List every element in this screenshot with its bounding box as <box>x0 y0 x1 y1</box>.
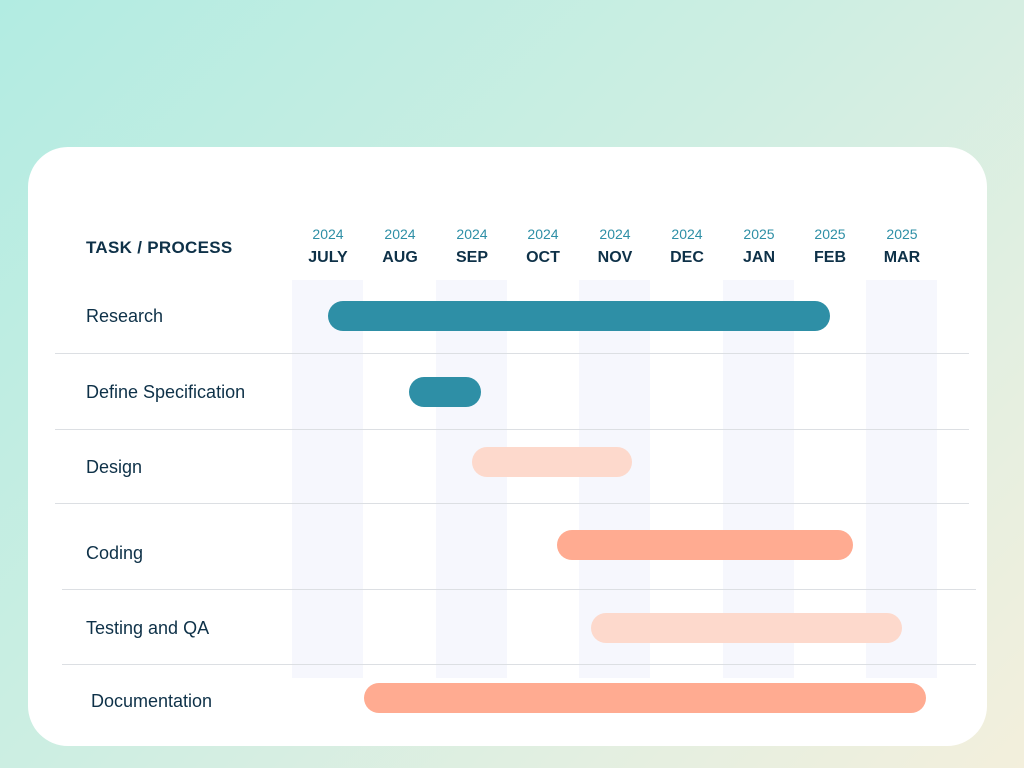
bar-documentation <box>364 683 926 713</box>
bar-testing-qa <box>591 613 902 643</box>
task-process-header: TASK / PROCESS <box>86 238 233 257</box>
bar-define-specification <box>409 377 481 407</box>
month-header-sep: 2024 SEP <box>436 225 508 268</box>
month-header-feb: 2025 FEB <box>794 225 866 268</box>
month-header-mar: 2025 MAR <box>866 225 938 268</box>
month-year: 2025 <box>886 226 918 242</box>
column-stripe <box>436 280 507 678</box>
month-name: NOV <box>597 249 633 266</box>
month-name: AUG <box>382 249 418 266</box>
bar-research <box>328 301 830 331</box>
month-header-dec: 2024 DEC <box>651 225 723 268</box>
month-name: FEB <box>814 249 846 266</box>
row-divider <box>62 664 976 665</box>
month-header-aug: 2024 AUG <box>364 225 436 268</box>
row-divider <box>55 353 969 354</box>
month-year: 2024 <box>312 226 344 242</box>
month-year: 2025 <box>743 226 775 242</box>
task-label-research: Research <box>86 306 164 326</box>
month-year: 2024 <box>671 226 703 242</box>
month-header-nov: 2024 NOV <box>579 225 651 268</box>
month-year: 2024 <box>456 226 488 242</box>
month-name: MAR <box>883 249 921 266</box>
column-stripe <box>292 280 363 678</box>
row-divider <box>55 429 969 430</box>
month-name: JAN <box>742 249 775 266</box>
month-year: 2024 <box>384 226 416 242</box>
month-name: SEP <box>455 249 488 266</box>
task-label-testing-qa: Testing and QA <box>86 618 210 638</box>
month-year: 2024 <box>527 226 559 242</box>
bar-coding <box>557 530 853 560</box>
month-year: 2025 <box>814 226 846 242</box>
month-year: 2024 <box>599 226 631 242</box>
month-name: JULY <box>308 249 348 266</box>
row-divider <box>62 589 976 590</box>
month-header-jan: 2025 JAN <box>723 225 795 268</box>
row-divider <box>55 503 969 504</box>
task-label-documentation: Documentation <box>91 691 213 711</box>
task-label-coding: Coding <box>86 543 144 563</box>
month-header-oct: 2024 OCT <box>507 225 579 268</box>
month-name: OCT <box>526 249 560 266</box>
task-label-design: Design <box>86 457 143 477</box>
month-name: DEC <box>670 249 704 266</box>
bar-design <box>472 447 632 477</box>
task-label-define-specification: Define Specification <box>86 382 246 402</box>
month-header-july: 2024 JULY <box>292 225 364 268</box>
